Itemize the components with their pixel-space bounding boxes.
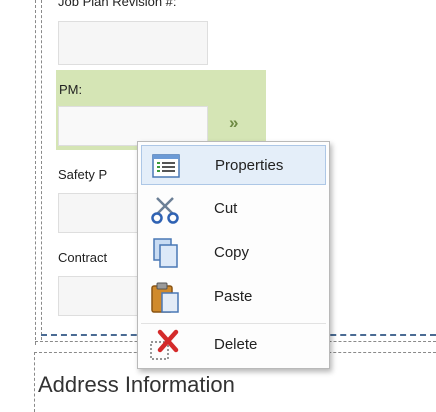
context-menu: Properties Cut Copy Paste Delete	[137, 141, 330, 369]
pm-lookup-button[interactable]: »	[229, 114, 239, 131]
paste-icon	[148, 280, 182, 314]
delete-icon	[148, 328, 182, 362]
menu-item-copy-label: Copy	[214, 244, 250, 261]
scissors-icon	[148, 192, 182, 226]
designer-guide-left-inner	[41, 0, 42, 340]
menu-item-delete-label: Delete	[214, 336, 258, 353]
contract-label: Contract	[58, 250, 108, 265]
menu-item-delete[interactable]: Delete	[141, 325, 326, 365]
menu-item-properties[interactable]: Properties	[141, 145, 326, 185]
menu-item-paste[interactable]: Paste	[141, 277, 326, 317]
designer-guide-left-outer	[35, 0, 36, 345]
job-plan-revision-label: Job Plan Revision #:	[58, 0, 177, 9]
menu-item-cut[interactable]: Cut	[141, 189, 326, 229]
job-plan-revision-input[interactable]	[58, 21, 208, 65]
copy-icon	[148, 236, 182, 270]
menu-item-cut-label: Cut	[214, 200, 238, 217]
menu-separator	[141, 323, 326, 324]
designer-guide-section-left	[34, 352, 35, 412]
address-information-section-title: Address Information	[38, 372, 235, 397]
menu-item-properties-label: Properties	[215, 157, 284, 174]
pm-label: PM:	[59, 82, 83, 97]
safety-plan-label: Safety P	[58, 167, 108, 182]
pm-input[interactable]	[58, 106, 208, 146]
menu-item-copy[interactable]: Copy	[141, 233, 326, 273]
properties-icon	[149, 149, 183, 183]
menu-item-paste-label: Paste	[214, 288, 253, 305]
